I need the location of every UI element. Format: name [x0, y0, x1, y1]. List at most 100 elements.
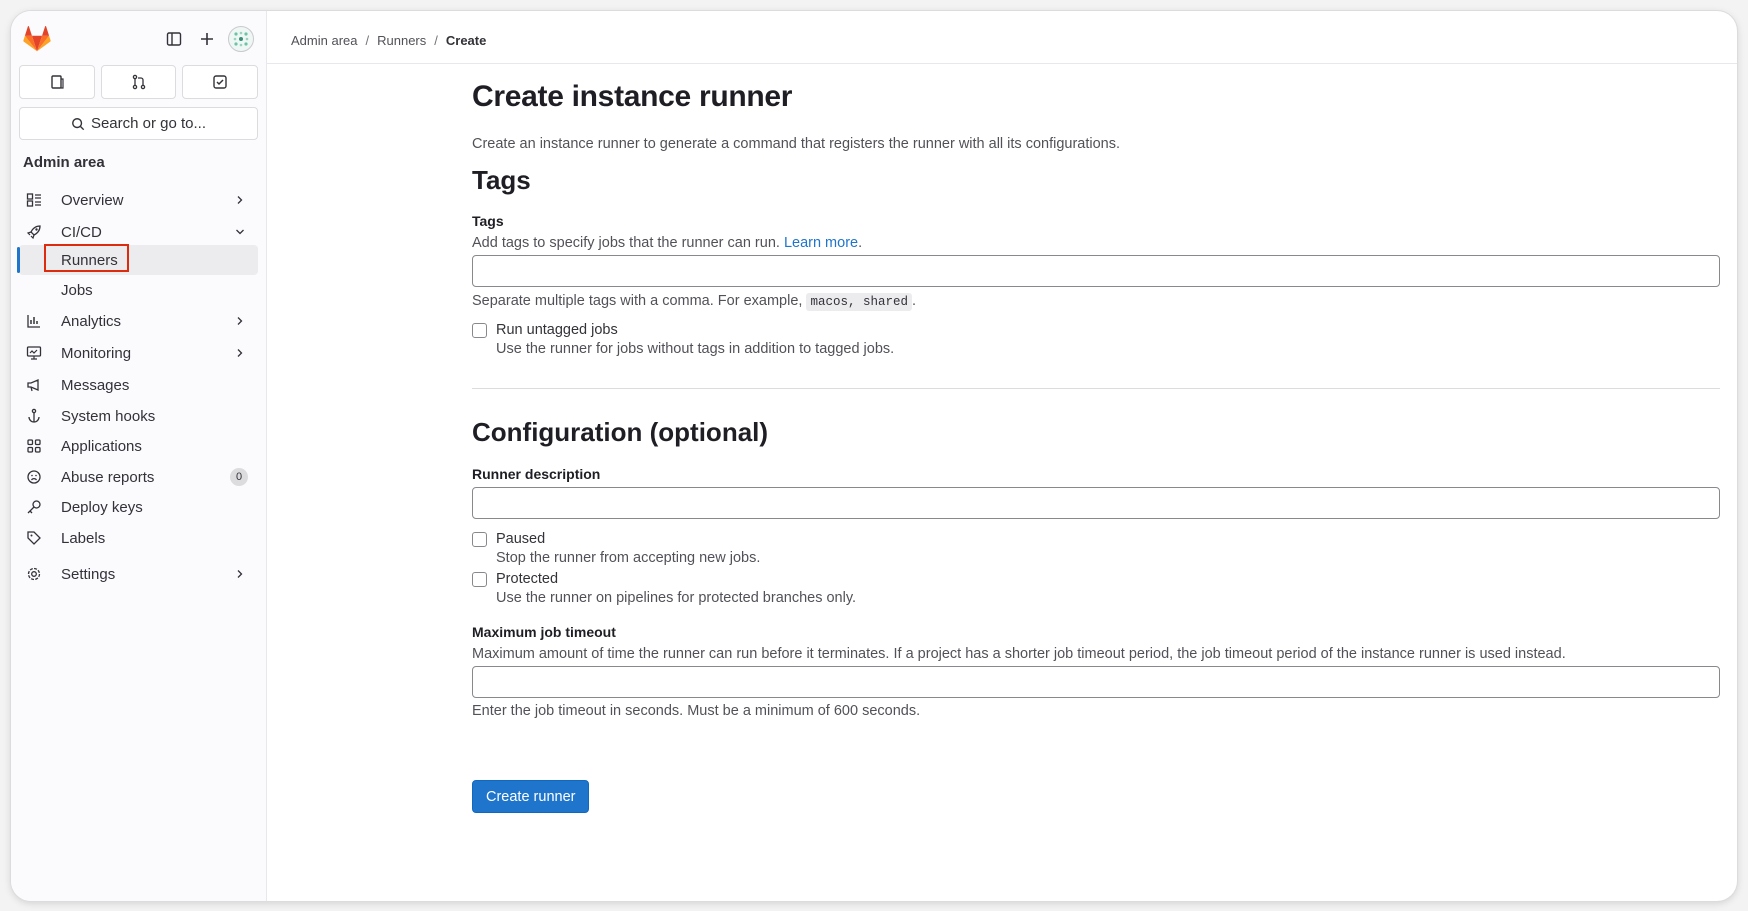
chart-icon — [25, 312, 43, 330]
sidebar-item-labels[interactable]: Labels — [19, 523, 258, 553]
sidebar-item-label: Applications — [61, 437, 142, 455]
tags-help-copy: Add tags to specify jobs that the runner… — [472, 235, 780, 251]
chevron-down-icon — [234, 226, 246, 238]
chevron-right-icon — [234, 347, 246, 359]
plus-icon[interactable] — [195, 27, 219, 51]
learn-more-suffix: . — [858, 235, 863, 251]
learn-more-link[interactable]: Learn more — [784, 235, 858, 251]
sidebar-item-overview[interactable]: Overview — [19, 185, 258, 215]
paused-checkbox-group: Paused Stop the runner from accepting ne… — [472, 530, 760, 568]
run-untagged-checkbox-group: Run untagged jobs Use the runner for job… — [472, 321, 894, 359]
label-icon — [25, 529, 43, 547]
merge-requests-button[interactable] — [100, 65, 177, 99]
active-indicator — [17, 247, 20, 273]
gear-icon — [25, 565, 43, 583]
sad-face-icon — [25, 468, 43, 486]
main-content: Admin area / Runners / Create Create ins… — [267, 11, 1737, 901]
sidebar-item-analytics[interactable]: Analytics — [19, 306, 258, 336]
issues-button[interactable] — [19, 65, 95, 99]
protected-checkbox-group: Protected Use the runner on pipelines fo… — [472, 570, 856, 608]
issues-icon — [51, 75, 64, 89]
protected-description: Use the runner on pipelines for protecte… — [496, 590, 857, 606]
overview-icon — [25, 191, 43, 209]
sidebar-item-applications[interactable]: Applications — [19, 431, 258, 461]
tags-separator-copy: Separate multiple tags with a comma. For… — [472, 293, 803, 309]
sidebar-item-deploy-keys[interactable]: Deploy keys — [19, 492, 258, 522]
chevron-right-icon — [234, 315, 246, 327]
quick-actions — [19, 65, 259, 99]
tags-example-suffix: . — [911, 293, 917, 309]
breadcrumb-item-runners[interactable]: Runners — [377, 33, 426, 48]
key-icon — [25, 498, 43, 516]
breadcrumb-separator: / — [434, 33, 438, 48]
sidebar-item-jobs[interactable]: Jobs — [19, 275, 258, 305]
sidebar-item-cicd[interactable]: CI/CD — [19, 217, 258, 247]
max-timeout-note: Enter the job timeout in seconds. Must b… — [472, 703, 921, 719]
breadcrumb-current: Create — [445, 33, 487, 48]
protected-label: Protected — [496, 571, 559, 587]
sidebar-item-label: Settings — [61, 565, 116, 583]
max-timeout-input[interactable] — [472, 666, 1720, 698]
paused-description: Stop the runner from accepting new jobs. — [496, 550, 761, 566]
page-description: Create an instance runner to generate a … — [472, 136, 1121, 152]
max-timeout-help: Maximum amount of time the runner can ru… — [472, 646, 1566, 662]
breadcrumb-item-admin-area[interactable]: Admin area — [291, 33, 357, 48]
sidebar-item-label: Analytics — [61, 312, 122, 330]
sidebar-item-label: Labels — [61, 529, 106, 547]
monitor-icon — [25, 344, 43, 362]
megaphone-icon — [25, 376, 43, 394]
paused-checkbox[interactable] — [472, 532, 487, 547]
sidebar-item-label: Monitoring — [61, 344, 132, 362]
tags-separator-help: Separate multiple tags with a comma. For… — [472, 293, 917, 311]
sidebar-item-abuse-reports[interactable]: Abuse reports 0 — [19, 462, 258, 492]
sidebar-toggle-icon[interactable] — [162, 27, 186, 51]
tags-example-code: macos, shared — [806, 293, 912, 311]
chevron-right-icon — [234, 194, 246, 206]
sidebar-item-label: CI/CD — [61, 223, 102, 241]
top-bar: Admin area / Runners / Create — [267, 11, 1737, 64]
merge-request-icon — [132, 74, 145, 90]
sidebar-item-label: Abuse reports — [61, 468, 155, 486]
protected-checkbox[interactable] — [472, 572, 487, 587]
highlight-annotation — [44, 244, 129, 272]
paused-label: Paused — [496, 531, 546, 547]
run-untagged-description: Use the runner for jobs without tags in … — [496, 341, 895, 357]
configuration-section-heading: Configuration (optional) — [472, 417, 769, 447]
sidebar-item-system-hooks[interactable]: System hooks — [19, 401, 258, 431]
sidebar-header — [11, 11, 266, 61]
sidebar-item-label: Messages — [61, 376, 130, 394]
gitlab-tanuki-icon[interactable] — [23, 26, 51, 52]
sidebar-item-label: System hooks — [61, 407, 156, 425]
todo-checkbox-icon — [213, 75, 227, 89]
run-untagged-label: Run untagged jobs — [496, 322, 618, 338]
run-untagged-checkbox[interactable] — [472, 323, 487, 338]
breadcrumb: Admin area / Runners / Create — [291, 33, 486, 48]
sidebar-item-label: Jobs — [61, 281, 93, 299]
max-timeout-label: Maximum job timeout — [472, 624, 616, 640]
sidebar-item-messages[interactable]: Messages — [19, 370, 258, 400]
section-divider — [472, 388, 1720, 389]
todos-button[interactable] — [182, 65, 259, 99]
runner-description-label: Runner description — [472, 466, 601, 482]
tags-input[interactable] — [472, 255, 1720, 287]
search-button[interactable]: Search or go to... — [19, 107, 258, 140]
rocket-icon — [25, 223, 43, 241]
count-badge: 0 — [230, 468, 248, 486]
applications-icon — [25, 437, 43, 455]
runner-description-input[interactable] — [472, 487, 1720, 519]
anchor-icon — [25, 407, 43, 425]
tags-field-label: Tags — [472, 213, 504, 229]
user-avatar-icon[interactable] — [228, 26, 254, 52]
tags-help-text: Add tags to specify jobs that the runner… — [472, 235, 862, 251]
chevron-right-icon — [234, 568, 246, 580]
app-window: Search or go to... Admin area Overview C… — [11, 11, 1737, 901]
page-title: Create instance runner — [472, 80, 793, 113]
sidebar-item-monitoring[interactable]: Monitoring — [19, 338, 258, 368]
search-icon — [72, 117, 85, 130]
sidebar-item-runners[interactable]: Runners — [17, 244, 258, 275]
sidebar-item-settings[interactable]: Settings — [19, 559, 258, 589]
sidebar-section-title: Admin area — [23, 154, 105, 171]
tags-section-heading: Tags — [472, 165, 531, 195]
breadcrumb-separator: / — [365, 33, 370, 48]
create-runner-button[interactable]: Create runner — [472, 780, 590, 813]
